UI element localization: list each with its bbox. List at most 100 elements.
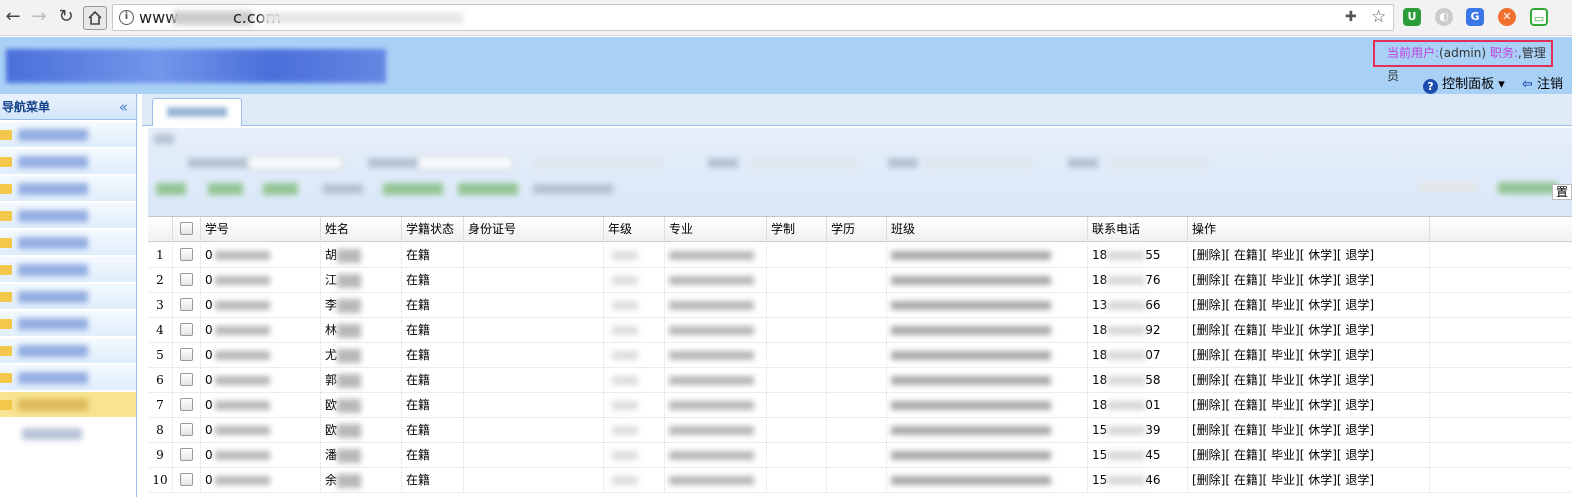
shield-extension-icon[interactable]: U	[1403, 8, 1421, 26]
column-header[interactable]: 学制	[767, 217, 827, 242]
column-header[interactable]: 学号	[201, 217, 321, 242]
redacted	[214, 301, 270, 310]
column-header[interactable]: 姓名	[321, 217, 402, 242]
column-header[interactable]: 联系电话	[1088, 217, 1188, 242]
row-checkbox[interactable]	[173, 443, 201, 468]
toolbar-button-add[interactable]	[156, 183, 186, 195]
toolbar-button[interactable]	[323, 184, 363, 194]
table-row[interactable]: 3 0 李 在籍 13 66 [删除][ 在籍][ 毕业][ 休学][ 退学]	[148, 293, 1572, 318]
id-number	[464, 468, 604, 493]
row-checkbox[interactable]	[173, 418, 201, 443]
forward-arrow-icon[interactable]: →	[28, 6, 50, 28]
checkbox-icon	[180, 473, 193, 486]
toolbar-button-edit[interactable]	[208, 183, 243, 195]
redacted	[669, 426, 754, 435]
puzzle-extension-icon[interactable]: ✚	[1345, 9, 1357, 25]
filter-input[interactable]	[248, 156, 343, 170]
actions-cell[interactable]: [删除][ 在籍][ 毕业][ 休学][ 退学]	[1188, 468, 1430, 493]
sidebar-item[interactable]	[0, 311, 136, 337]
toolbar-button[interactable]	[458, 183, 518, 195]
row-checkbox[interactable]	[173, 243, 201, 268]
double-chevron-left-icon[interactable]: «	[119, 94, 128, 120]
actions-cell[interactable]: [删除][ 在籍][ 毕业][ 休学][ 退学]	[1188, 243, 1430, 268]
control-panel-menu[interactable]: ? 控制面板 ▾	[1423, 73, 1505, 94]
filter-select[interactable]	[748, 156, 858, 170]
back-arrow-icon[interactable]: ←	[2, 6, 24, 28]
table-row[interactable]: 5 0 尤在籍 18 07 [删除][ 在籍][ 毕业][ 休学][ 退学]	[148, 343, 1572, 368]
column-header[interactable]: 班级	[887, 217, 1088, 242]
actions-cell[interactable]: [删除][ 在籍][ 毕业][ 休学][ 退学]	[1188, 368, 1430, 393]
orange-extension-icon[interactable]: ✕	[1498, 8, 1516, 26]
student-id: 0	[201, 293, 321, 318]
table-row[interactable]: 9 0 潘在籍 15 45 [删除][ 在籍][ 毕业][ 休学][ 退学]	[148, 443, 1572, 468]
actions-cell[interactable]: [删除][ 在籍][ 毕业][ 休学][ 退学]	[1188, 268, 1430, 293]
actions-cell[interactable]: [删除][ 在籍][ 毕业][ 休学][ 退学]	[1188, 393, 1430, 418]
sidebar-item[interactable]	[0, 338, 136, 364]
row-checkbox[interactable]	[173, 268, 201, 293]
address-bar[interactable]: i www c.com ✚ ☆	[112, 4, 1394, 31]
name-prefix: 林	[325, 323, 338, 337]
sidebar-item[interactable]	[0, 176, 136, 202]
home-icon[interactable]	[83, 6, 107, 30]
table-row[interactable]: 7 0 欧在籍 18 01 [删除][ 在籍][ 毕业][ 休学][ 退学]	[148, 393, 1572, 418]
toolbar-button[interactable]	[383, 183, 443, 195]
filter-select[interactable]	[1108, 156, 1208, 170]
table-row[interactable]: 4 0 林在籍 18 92 [删除][ 在籍][ 毕业][ 休学][ 退学]	[148, 318, 1572, 343]
sidebar-item[interactable]	[0, 230, 136, 256]
row-checkbox[interactable]	[173, 393, 201, 418]
bookmark-star-icon[interactable]: ☆	[1371, 7, 1386, 27]
actions-cell[interactable]: [删除][ 在籍][ 毕业][ 休学][ 退学]	[1188, 443, 1430, 468]
sidebar-item[interactable]	[0, 203, 136, 229]
actions-cell[interactable]: [删除][ 在籍][ 毕业][ 休学][ 退学]	[1188, 293, 1430, 318]
sidebar-item-active[interactable]	[0, 392, 136, 418]
actions-cell[interactable]: [删除][ 在籍][ 毕业][ 休学][ 退学]	[1188, 318, 1430, 343]
logout-button[interactable]: ⇦ 注销	[1522, 73, 1563, 92]
sidebar-item[interactable]	[0, 284, 136, 310]
toolbar-button[interactable]	[263, 183, 298, 195]
table-row[interactable]: 6 0 郭在籍 18 58 [删除][ 在籍][ 毕业][ 休学][ 退学]	[148, 368, 1572, 393]
actions-cell[interactable]: [删除][ 在籍][ 毕业][ 休学][ 退学]	[1188, 418, 1430, 443]
info-icon[interactable]: i	[119, 10, 134, 25]
table-row[interactable]: 8 0 欧在籍 15 39 [删除][ 在籍][ 毕业][ 休学][ 退学]	[148, 418, 1572, 443]
tab-active[interactable]	[152, 98, 242, 126]
sidebar-item[interactable]	[0, 365, 136, 391]
sidebar-item[interactable]	[0, 257, 136, 283]
toolbar-right-button[interactable]	[1418, 182, 1478, 192]
toolbar-button[interactable]	[533, 184, 613, 194]
row-checkbox[interactable]	[173, 318, 201, 343]
sidebar-item[interactable]	[0, 149, 136, 175]
grey-extension-icon[interactable]: ◐	[1435, 8, 1453, 26]
row-checkbox[interactable]	[173, 343, 201, 368]
actions-cell[interactable]: [删除][ 在籍][ 毕业][ 休学][ 退学]	[1188, 343, 1430, 368]
column-header[interactable]: 学历	[827, 217, 887, 242]
sidebar-item[interactable]	[0, 122, 136, 148]
major-cell	[665, 393, 767, 418]
column-header[interactable]: 专业	[665, 217, 767, 242]
table-row[interactable]: 10 0 余在籍 15 46 [删除][ 在籍][ 毕业][ 休学][ 退学]	[148, 468, 1572, 493]
reload-icon[interactable]: ↻	[55, 6, 77, 28]
translate-extension-icon[interactable]: G	[1466, 8, 1484, 26]
settings-label[interactable]: 置	[1552, 184, 1572, 200]
filter-select[interactable]	[923, 156, 1033, 170]
select-all-checkbox[interactable]	[173, 217, 201, 242]
column-header[interactable]: 年级	[604, 217, 665, 242]
table-row[interactable]: 1 0 胡在籍 18 55 [删除][ 在籍][ 毕业][ 休学][ 退学]	[148, 243, 1572, 268]
toolbar-right-button[interactable]	[1498, 182, 1558, 194]
sidebar-subitem-redacted[interactable]	[22, 428, 82, 440]
major-cell	[665, 293, 767, 318]
filter-select[interactable]	[533, 156, 663, 170]
table-row[interactable]: 2 0 江在籍 18 76 [删除][ 在籍][ 毕业][ 休学][ 退学]	[148, 268, 1572, 293]
column-header[interactable]: 身份证号	[464, 217, 604, 242]
row-checkbox[interactable]	[173, 368, 201, 393]
column-header[interactable]: 学籍状态	[402, 217, 464, 242]
sidebar-header: 导航菜单 «	[0, 94, 136, 120]
status-cell: 在籍	[402, 443, 464, 468]
column-header[interactable]: 操作	[1188, 217, 1430, 242]
row-checkbox[interactable]	[173, 293, 201, 318]
id-prefix: 0	[205, 273, 213, 287]
tv-extension-icon[interactable]: ▭	[1530, 8, 1548, 26]
degree-cell	[827, 368, 887, 393]
filter-input[interactable]	[418, 156, 513, 170]
menu-label-redacted	[18, 210, 88, 222]
row-checkbox[interactable]	[173, 468, 201, 493]
